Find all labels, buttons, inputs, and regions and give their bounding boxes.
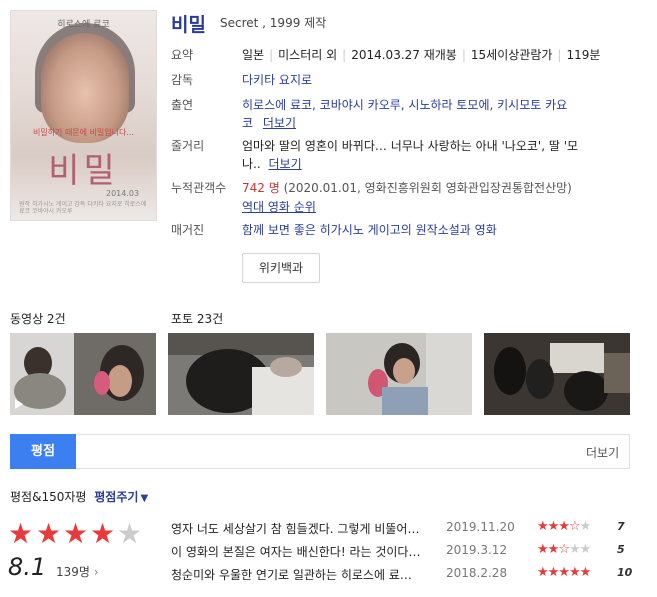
rating-header: 평점&150자평 평점주기 ▼ bbox=[10, 488, 148, 505]
magazine-wrap: 함께 보면 좋은 히가시노 게이고의 원작소설과 영화 bbox=[242, 221, 497, 238]
summary-values: 일본 | 미스터리 외 | 2014.03.27 재개봉 | 15세이상관람가 | 119분 bbox=[242, 48, 601, 62]
photo-thumbnail-1[interactable] bbox=[168, 333, 314, 415]
movie-subtitle: Secret , 1999 제작 bbox=[220, 16, 327, 30]
review-stars-icon: ★★☆★★ bbox=[537, 542, 591, 557]
audience-source: (2020.01.01, 영화진흥위원회 영화관입장권통합전산망) bbox=[283, 181, 572, 195]
photo-3-image bbox=[484, 333, 630, 415]
review-score: 7 bbox=[617, 520, 625, 533]
review-score: 5 bbox=[617, 543, 625, 556]
star-icon-3: ★ bbox=[63, 517, 89, 550]
plot-label: 줄거리 bbox=[171, 139, 205, 153]
summary-genre: 미스터리 외 bbox=[278, 48, 338, 62]
tab-more-link[interactable]: 더보기 bbox=[586, 444, 619, 461]
cast-names-cont[interactable]: 코 bbox=[242, 116, 253, 130]
review-score: 10 bbox=[617, 566, 633, 579]
review-text[interactable]: 청순미와 우울한 연기로 일관하는 히로스에 료… bbox=[171, 566, 441, 583]
tab-rating[interactable]: 평점 bbox=[10, 434, 76, 469]
video-section-label[interactable]: 동영상 2건 bbox=[10, 310, 66, 327]
review-date: 2019.3.12 bbox=[446, 543, 508, 557]
plot-line2: 나.. bbox=[242, 157, 261, 171]
poster-top-label: 히로스에 료코 bbox=[57, 20, 110, 30]
review-stars-icon: ★★★★★ bbox=[537, 565, 591, 580]
give-rating-link[interactable]: 평점주기 bbox=[94, 490, 138, 504]
review-date: 2019.11.20 bbox=[446, 520, 515, 534]
plot-line1: 엄마와 딸의 영혼이 바뀌다… 너무나 사랑하는 아내 '나오코', 딸 '모 bbox=[242, 139, 579, 153]
summary-label: 요약 bbox=[171, 48, 194, 62]
cast-list: 히로스에 료코, 코바야시 카오루, 시노하라 토모에, 키시모토 카요 코 더… bbox=[242, 96, 602, 132]
poster-credits: 원작 히가시노 게이고 감독 다키타 요지로 히로스에 료코 코바야시 카오루 bbox=[19, 201, 147, 215]
director-label: 감독 bbox=[171, 73, 194, 87]
wikipedia-button[interactable]: 위키백과 bbox=[242, 253, 320, 283]
summary-release: 2014.03.27 재개봉 bbox=[351, 48, 457, 62]
audience-rank-link[interactable]: 역대 영화 순위 bbox=[242, 200, 316, 214]
summary-runtime: 119분 bbox=[566, 48, 601, 62]
rating-count[interactable]: 139명 bbox=[56, 565, 90, 579]
photo-1-image bbox=[168, 333, 314, 415]
review-row[interactable]: 이 영화의 본질은 여자는 배신한다! 라는 것이다… 2019.3.12 ★★… bbox=[171, 542, 631, 563]
photo-thumbnail-3[interactable] bbox=[484, 333, 630, 415]
photo-section-label[interactable]: 포토 23건 bbox=[171, 310, 223, 327]
review-text[interactable]: 이 영화의 본질은 여자는 배신한다! 라는 것이다… bbox=[171, 543, 441, 560]
director-name[interactable]: 다키타 요지로 bbox=[242, 71, 312, 88]
audience-label: 누적관객수 bbox=[171, 181, 227, 195]
photo-thumbnail-2[interactable] bbox=[326, 333, 472, 415]
video-thumbnail-image bbox=[10, 333, 156, 415]
star-icon-4: ★ bbox=[90, 517, 116, 550]
star-icon-5: ★ bbox=[117, 517, 143, 550]
rating-header-label: 평점&150자평 bbox=[10, 490, 87, 504]
chevron-down-icon[interactable]: ▼ bbox=[140, 493, 148, 504]
movie-title[interactable]: 비밀 bbox=[171, 10, 206, 37]
poster-title-art: 비밀 bbox=[48, 151, 119, 191]
audience-info: 742 명 (2020.01.01, 영화진흥위원회 영화관입장권통합전산망) bbox=[242, 179, 572, 196]
summary-country: 일본 bbox=[242, 48, 265, 62]
review-date: 2018.2.28 bbox=[446, 566, 508, 580]
review-row[interactable]: 청순미와 우울한 연기로 일관하는 히로스에 료… 2018.2.28 ★★★★… bbox=[171, 565, 633, 586]
audience-count: 742 명 bbox=[242, 181, 280, 195]
plot-text: 엄마와 딸의 영혼이 바뀌다… 너무나 사랑하는 아내 '나오코', 딸 '모 … bbox=[242, 137, 612, 173]
director-link[interactable]: 다키타 요지로 bbox=[242, 73, 312, 87]
video-thumbnail[interactable] bbox=[10, 333, 156, 415]
audience-rank-wrap: 역대 영화 순위 bbox=[242, 198, 316, 215]
rating-average: 8.1 bbox=[8, 553, 47, 581]
summary-rating: 15세이상관람가 bbox=[470, 48, 553, 62]
plot-more-link[interactable]: 더보기 bbox=[269, 157, 302, 171]
poster-tagline: 비밀하기 때문에 비밀입니다... bbox=[32, 128, 135, 137]
cast-names[interactable]: 히로스에 료코, 코바야시 카오루, 시노하라 토모에, 키시모토 카요 bbox=[242, 98, 567, 112]
magazine-label: 매거진 bbox=[171, 223, 205, 237]
cast-more-link[interactable]: 더보기 bbox=[263, 116, 296, 130]
review-stars-icon: ★★★☆★ bbox=[537, 519, 591, 534]
magazine-link[interactable]: 함께 보면 좋은 히가시노 게이고의 원작소설과 영화 bbox=[242, 223, 497, 237]
movie-poster[interactable]: 히로스에 료코 비밀하기 때문에 비밀입니다... 비밀 2014.03 원작 … bbox=[10, 10, 157, 221]
star-icon-1: ★ bbox=[8, 517, 34, 550]
star-icon-2: ★ bbox=[36, 517, 62, 550]
chevron-right-icon: › bbox=[93, 565, 99, 579]
poster-date: 2014.03 bbox=[106, 189, 140, 198]
review-text[interactable]: 영자 너도 세상살기 참 힘들겠다. 그렇게 비뚤어… bbox=[171, 520, 441, 537]
photo-2-image bbox=[326, 333, 472, 415]
tab-bar bbox=[10, 434, 630, 469]
rating-count-wrap[interactable]: 139명 › bbox=[56, 563, 99, 580]
cast-label: 출연 bbox=[171, 98, 194, 112]
review-row[interactable]: 영자 너도 세상살기 참 힘들겠다. 그렇게 비뚤어… 2019.11.20 ★… bbox=[171, 519, 631, 540]
